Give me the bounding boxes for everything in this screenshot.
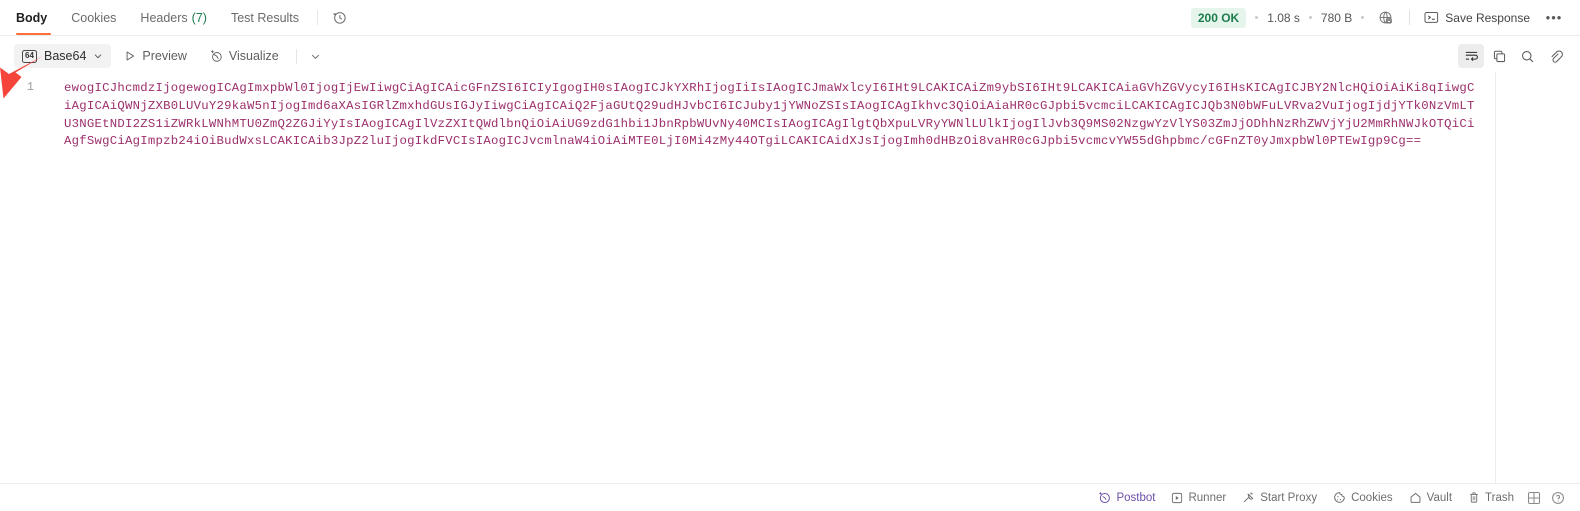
meta-divider <box>1409 10 1411 25</box>
save-response-button[interactable]: Save Response <box>1420 8 1534 28</box>
vault-label: Vault <box>1426 491 1453 504</box>
tab-test-results-label: Test Results <box>230 10 300 25</box>
preview-button[interactable]: Preview <box>115 44 195 68</box>
tab-cookies-label: Cookies <box>71 10 117 25</box>
response-body-text[interactable]: ewogICJhcmdzIjogewogICAgImxpbWl0IjogIjEw… <box>42 72 1495 483</box>
tab-body-label: Body <box>16 10 48 25</box>
line-number: 1 <box>26 80 34 94</box>
format-divider <box>295 48 297 64</box>
status-badge: 200 OK <box>1190 7 1247 28</box>
trash-label: Trash <box>1485 491 1514 504</box>
trash-icon <box>1470 492 1478 503</box>
visualize-label: Visualize <box>228 49 279 63</box>
preview-label: Preview <box>142 49 187 63</box>
cookies-button[interactable]: Cookies <box>1325 488 1401 507</box>
start-proxy-label: Start Proxy <box>1260 491 1318 504</box>
base64-format-button[interactable]: 64 Base64 <box>14 44 112 68</box>
postbot-label: Postbot <box>1116 491 1156 504</box>
bottom-status-bar: Postbot Runner Start Proxy Cookies Vault… <box>0 483 1580 511</box>
cookies-label: Cookies <box>1351 491 1393 504</box>
cookies-icon <box>1334 492 1345 503</box>
tab-headers-label: Headers <box>140 10 188 25</box>
body-format-toolbar: 64 Base64 Preview Visualize <box>0 40 1580 72</box>
play-triangle-icon <box>127 51 135 61</box>
response-tab-list: Body Cookies Headers (7) Test Results <box>12 0 352 35</box>
meta-dot-2 <box>1308 16 1312 19</box>
response-tabbar: Body Cookies Headers (7) Test Results 20… <box>0 0 1580 36</box>
response-size: 780 B <box>1320 10 1353 25</box>
response-time: 1.08 s <box>1267 10 1300 25</box>
network-lock-icon[interactable] <box>1373 5 1399 31</box>
proxy-icon <box>1243 492 1254 503</box>
tab-body[interactable]: Body <box>12 0 59 35</box>
help-circle-icon[interactable] <box>1546 487 1570 509</box>
line-number-gutter: 1 <box>0 72 42 483</box>
tab-test-results[interactable]: Test Results <box>219 0 311 35</box>
meta-dot-3 <box>1361 16 1365 19</box>
link-icon[interactable] <box>1542 44 1568 68</box>
meta-dot-1 <box>1255 16 1259 19</box>
visualize-button[interactable]: Visualize <box>200 44 288 68</box>
tab-cookies[interactable]: Cookies <box>59 0 128 35</box>
runner-icon <box>1172 492 1183 503</box>
response-meta: 200 OK 1.08 s 780 B Save Response ••• <box>1190 0 1566 35</box>
tab-divider <box>317 10 319 25</box>
vault-icon <box>1410 492 1421 503</box>
postman-response-pane: Body Cookies Headers (7) Test Results 20… <box>0 0 1580 511</box>
layout-panel-icon[interactable] <box>1522 487 1546 509</box>
trash-button[interactable]: Trash <box>1460 488 1522 507</box>
word-wrap-icon[interactable] <box>1458 44 1484 68</box>
format-more-chevron[interactable] <box>305 45 327 67</box>
copy-icon[interactable] <box>1486 44 1512 68</box>
body-tools <box>1458 44 1568 68</box>
response-body-area: 1 ewogICJhcmdzIjogewogICAgImxpbWl0IjogIj… <box>0 72 1496 483</box>
response-more-button[interactable]: ••• <box>1542 7 1566 29</box>
save-response-icon <box>1424 12 1439 23</box>
runner-label: Runner <box>1188 491 1227 504</box>
save-response-label: Save Response <box>1445 10 1530 25</box>
tab-headers[interactable]: Headers (7) <box>128 0 219 35</box>
vault-button[interactable]: Vault <box>1401 488 1460 507</box>
start-proxy-button[interactable]: Start Proxy <box>1234 488 1325 507</box>
chevron-down-icon <box>95 54 102 59</box>
visualize-sparkle-icon <box>211 50 222 62</box>
base64-format-label: Base64 <box>44 49 87 63</box>
history-clock-icon[interactable] <box>326 5 352 31</box>
runner-button[interactable]: Runner <box>1163 489 1234 507</box>
base64-icon: 64 <box>22 49 37 63</box>
postbot-icon <box>1099 492 1111 504</box>
tab-headers-count: (7) <box>191 10 207 25</box>
search-icon[interactable] <box>1514 44 1540 68</box>
format-controls: 64 Base64 Preview Visualize <box>14 44 327 68</box>
postbot-button[interactable]: Postbot <box>1090 488 1163 507</box>
